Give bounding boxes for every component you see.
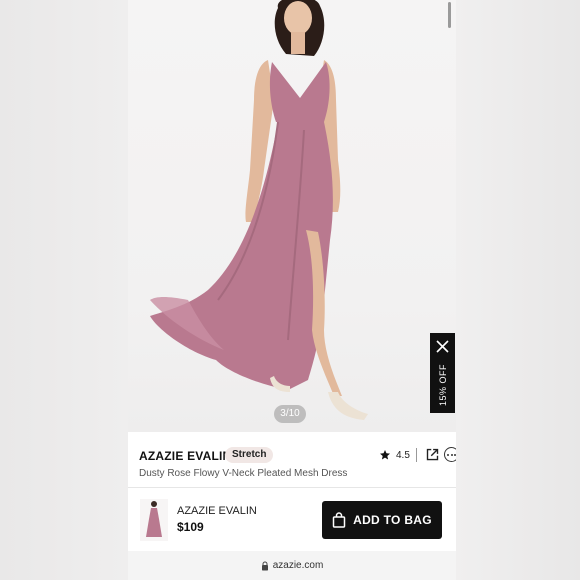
background-right xyxy=(456,0,580,580)
product-description: Dusty Rose Flowy V-Neck Pleated Mesh Dre… xyxy=(139,468,348,479)
promo-label-wrap: 15% OFF xyxy=(430,361,455,409)
product-brand: AZAZIE EVALIN xyxy=(139,449,232,463)
url-text: azazie.com xyxy=(272,560,324,571)
scroll-indicator xyxy=(448,2,451,28)
browser-url-bar[interactable]: azazie.com xyxy=(128,551,456,580)
product-info: AZAZIE EVALIN Stretch 4.5 Dusty Rose Flo… xyxy=(128,432,456,488)
add-to-bag-button[interactable]: ADD TO BAG xyxy=(322,501,442,539)
star-icon xyxy=(380,450,390,460)
close-icon[interactable] xyxy=(435,339,450,354)
add-to-bag-label: ADD TO BAG xyxy=(353,513,432,527)
add-to-bag-bar: AZAZIE EVALIN $109 ADD TO BAG xyxy=(128,489,456,551)
gallery-counter: 3/10 xyxy=(274,405,306,423)
phone-screen: 3/10 AZAZIE EVALIN Stretch 4.5 Dusty Ros… xyxy=(128,0,456,580)
more-options-icon[interactable] xyxy=(444,447,456,462)
bar-product-name: AZAZIE EVALIN xyxy=(177,505,257,517)
lock-icon xyxy=(261,561,268,570)
product-image-gallery[interactable]: 3/10 xyxy=(128,0,456,432)
section-divider xyxy=(128,487,456,488)
shopping-bag-icon xyxy=(332,512,346,528)
product-thumbnail[interactable] xyxy=(140,499,168,541)
share-icon[interactable] xyxy=(425,447,440,462)
product-photo xyxy=(150,0,368,420)
rating[interactable]: 4.5 xyxy=(379,449,410,461)
background-left xyxy=(0,0,128,580)
promo-label: 15% OFF xyxy=(437,363,448,407)
stretch-badge: Stretch xyxy=(225,447,274,463)
rating-value: 4.5 xyxy=(396,449,410,461)
divider xyxy=(416,448,417,462)
promo-tab[interactable]: 15% OFF xyxy=(430,333,455,413)
bar-product-price: $109 xyxy=(177,520,204,534)
